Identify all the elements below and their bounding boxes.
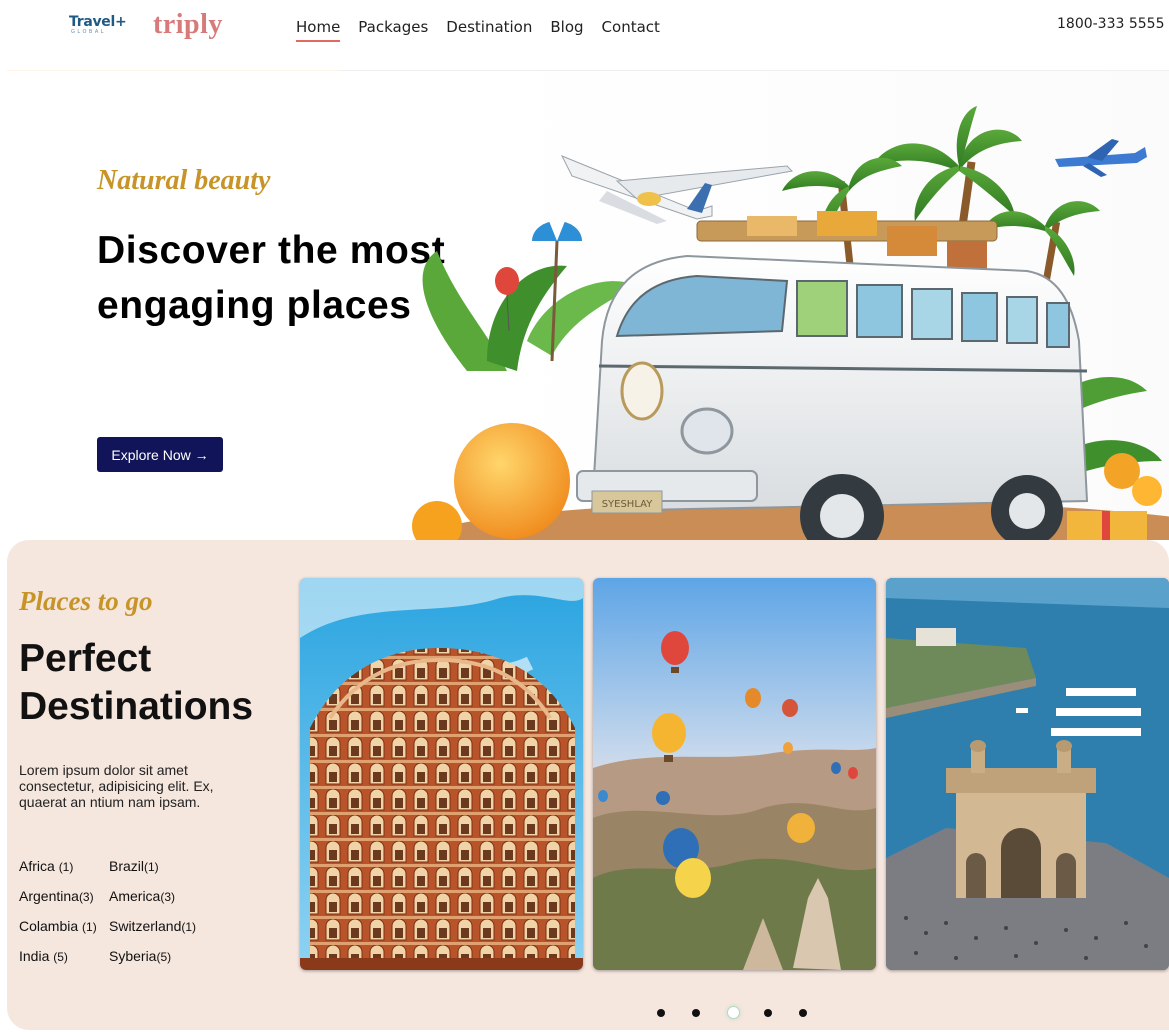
carousel-dot-2[interactable] xyxy=(692,1008,700,1017)
carousel-dot-3[interactable] xyxy=(727,1006,740,1019)
region-list: Africa (1) Brazil(1) Argentina(3) Americ… xyxy=(19,858,259,966)
region-africa[interactable]: Africa (1) xyxy=(19,858,109,876)
region-count: (5) xyxy=(53,950,68,964)
gift-box xyxy=(1067,511,1147,540)
travel-logo[interactable]: Travel+ GLOBAL xyxy=(69,14,127,36)
airplane-right xyxy=(1055,139,1147,177)
region-name: Switzerland xyxy=(109,918,182,934)
region-america[interactable]: America(3) xyxy=(109,888,249,906)
destinations-section: Places to go Perfect Destinations Lorem … xyxy=(7,540,1169,1030)
nav-home[interactable]: Home xyxy=(296,17,341,42)
destination-card-palace[interactable] xyxy=(300,578,583,970)
hero-illustration: SYESHLAY xyxy=(412,106,1169,540)
palace-image xyxy=(300,578,583,970)
nav-destination[interactable]: Destination xyxy=(446,17,532,42)
bus-plate: SYESHLAY xyxy=(602,499,654,510)
region-count: (3) xyxy=(78,890,94,904)
region-count: (1) xyxy=(144,860,159,874)
region-switzerland[interactable]: Switzerland(1) xyxy=(109,918,249,936)
region-count: (1) xyxy=(58,860,74,874)
region-count: (1) xyxy=(181,920,197,934)
region-count: (5) xyxy=(156,950,172,964)
airplane-left xyxy=(560,155,794,224)
region-count: (1) xyxy=(82,920,97,934)
triply-logo[interactable]: triply xyxy=(153,9,223,41)
destination-card-balloons[interactable] xyxy=(593,578,876,970)
carousel-dot-1[interactable] xyxy=(657,1008,665,1017)
carousel-dots xyxy=(657,1006,834,1019)
region-name: Syberia xyxy=(109,948,157,964)
travel-logo-subtext: GLOBAL xyxy=(71,29,107,35)
hero-section: Natural beauty Discover the most engagin… xyxy=(7,71,1169,540)
destination-card-gateway[interactable] xyxy=(886,578,1169,970)
region-india[interactable]: India (5) xyxy=(19,948,109,966)
destinations-description: Lorem ipsum dolor sit amet consectetur, … xyxy=(19,762,214,810)
region-name: Africa xyxy=(19,858,55,874)
nav-contact[interactable]: Contact xyxy=(602,17,660,42)
region-count: (3) xyxy=(160,890,176,904)
region-name: Argentina xyxy=(19,888,79,904)
destinations-title: Perfect Destinations xyxy=(19,637,254,728)
gateway-image xyxy=(886,578,1169,970)
region-name: India xyxy=(19,948,50,964)
travel-logo-text: Travel+ xyxy=(69,14,127,30)
region-brazil[interactable]: Brazil(1) xyxy=(109,858,249,876)
region-name: America xyxy=(109,888,161,904)
destinations-eyebrow: Places to go xyxy=(19,586,153,616)
nav-packages[interactable]: Packages xyxy=(358,17,428,42)
carousel-dot-4[interactable] xyxy=(764,1008,772,1017)
phone-number[interactable]: 1800-333 5555 xyxy=(1057,16,1164,32)
region-syberia[interactable]: Syberia(5) xyxy=(109,948,249,966)
vintage-bus: SYESHLAY xyxy=(576,254,1089,540)
balloons-image xyxy=(593,578,876,970)
region-colambia[interactable]: Colambia (1) xyxy=(19,918,109,936)
carousel-dot-5[interactable] xyxy=(799,1008,807,1017)
hero-eyebrow: Natural beauty xyxy=(97,165,271,196)
region-name: Colambia xyxy=(19,918,79,934)
region-argentina[interactable]: Argentina(3) xyxy=(19,888,109,906)
nav-blog[interactable]: Blog xyxy=(550,17,583,42)
main-nav: Home Packages Destination Blog Contact xyxy=(296,17,678,42)
explore-now-button[interactable]: Explore Now → xyxy=(97,437,223,472)
region-name: Brazil xyxy=(109,858,145,874)
